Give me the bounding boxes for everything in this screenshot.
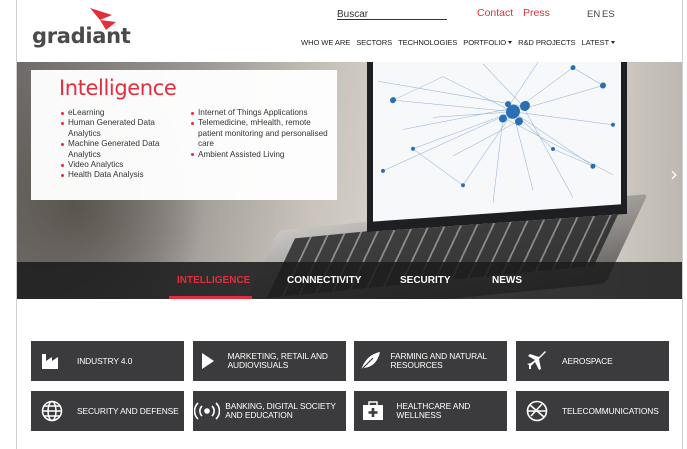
nav-sectors[interactable]: SECTORS	[356, 38, 392, 47]
sector-label: MARKETING, RETAIL AND AUDIOVISUALS	[227, 351, 328, 370]
factory-icon	[31, 341, 73, 381]
nav-latest[interactable]: LATEST	[582, 38, 616, 47]
tab-connectivity[interactable]: CONNECTIVITY	[287, 275, 361, 286]
active-tab-indicator	[169, 296, 252, 299]
list-item[interactable]: Video Analytics	[61, 160, 181, 170]
tab-intelligence[interactable]: INTELLIGENCE	[177, 275, 250, 286]
sector-label: INDUSTRY 4.0	[77, 355, 133, 366]
language-es-link[interactable]: ES	[602, 9, 615, 20]
sector-label: TELECOMMUNICATIONS	[562, 405, 659, 416]
list-item[interactable]: Health Data Analysis	[61, 170, 181, 180]
list-item[interactable]: Machine Generated Data Analytics	[61, 139, 181, 160]
chevron-down-icon	[611, 41, 616, 44]
sector-tile-industry[interactable]: INDUSTRY 4.0	[31, 341, 184, 381]
sector-tile-healthcare[interactable]: HEALTHCARE AND WELLNESS	[354, 391, 507, 431]
search-input[interactable]	[337, 9, 447, 20]
hero-slider: Intelligence eLearning Human Generated D…	[17, 62, 682, 299]
broadcast-icon	[193, 391, 221, 431]
sector-label: BANKING, DIGITAL SOCIETY AND EDUCATION	[225, 401, 336, 420]
hero-info-panel: Intelligence eLearning Human Generated D…	[31, 70, 337, 200]
list-item[interactable]: Human Generated Data Analytics	[61, 118, 181, 139]
sector-tile-banking[interactable]: BANKING, DIGITAL SOCIETY AND EDUCATION	[193, 391, 346, 431]
satellite-icon	[516, 391, 558, 431]
sector-tile-marketing[interactable]: MARKETING, RETAIL AND AUDIOVISUALS	[193, 341, 346, 381]
list-item[interactable]: Telemedicine, mHealth, remote patient mo…	[191, 118, 331, 149]
page-frame: gradiant Contact Press EN ES WHO WE ARE …	[16, 0, 683, 449]
leaf-icon	[354, 341, 386, 381]
tab-security[interactable]: SECURITY	[400, 275, 451, 286]
hero-title: Intelligence	[59, 76, 177, 100]
list-item[interactable]: Ambient Assisted Living	[191, 150, 331, 160]
hero-list-left: eLearning Human Generated Data Analytics…	[61, 108, 181, 181]
medkit-icon	[354, 391, 392, 431]
site-header: gradiant Contact Press EN ES WHO WE ARE …	[17, 0, 682, 62]
logo[interactable]: gradiant	[32, 8, 142, 48]
sector-tile-aerospace[interactable]: AEROSPACE	[516, 341, 669, 381]
tab-news[interactable]: NEWS	[492, 275, 522, 286]
network-graph-image	[377, 62, 615, 204]
sector-label: SECURITY AND DEFENSE	[77, 405, 179, 416]
sector-tile-security[interactable]: SECURITY AND DEFENSE	[31, 391, 184, 431]
sector-tile-farming[interactable]: FARMING AND NATURAL RESOURCES	[354, 341, 507, 381]
logo-text: gradiant	[32, 24, 131, 48]
airplane-icon	[516, 341, 558, 381]
globe-icon	[31, 391, 73, 431]
nav-technologies[interactable]: TECHNOLOGIES	[398, 38, 457, 47]
list-item[interactable]: eLearning	[61, 108, 181, 118]
sector-tile-telecom[interactable]: TELECOMMUNICATIONS	[516, 391, 669, 431]
sector-label: AEROSPACE	[562, 355, 613, 366]
sector-label: HEALTHCARE AND WELLNESS	[396, 401, 471, 420]
search-box[interactable]	[337, 4, 447, 20]
press-link[interactable]: Press	[523, 7, 550, 19]
laptop-screen-image	[367, 62, 627, 232]
language-en-link[interactable]: EN	[587, 9, 600, 20]
nav-rd-projects[interactable]: R&D PROJECTS	[518, 38, 576, 47]
play-icon	[193, 341, 224, 381]
nav-portfolio[interactable]: PORTFOLIO	[463, 38, 513, 47]
hero-tab-bar: INTELLIGENCE CONNECTIVITY SECURITY NEWS	[17, 262, 682, 299]
chevron-right-icon[interactable]: ›	[670, 162, 678, 186]
hero-list-right: Internet of Things Applications Telemedi…	[191, 108, 331, 160]
nav-who-we-are[interactable]: WHO WE ARE	[301, 38, 350, 47]
chevron-down-icon	[508, 41, 513, 44]
list-item[interactable]: Internet of Things Applications	[191, 108, 331, 118]
contact-link[interactable]: Contact	[477, 7, 513, 19]
main-nav: WHO WE ARE SECTORS TECHNOLOGIES PORTFOLI…	[301, 38, 621, 47]
sector-label: FARMING AND NATURAL RESOURCES	[390, 351, 487, 370]
